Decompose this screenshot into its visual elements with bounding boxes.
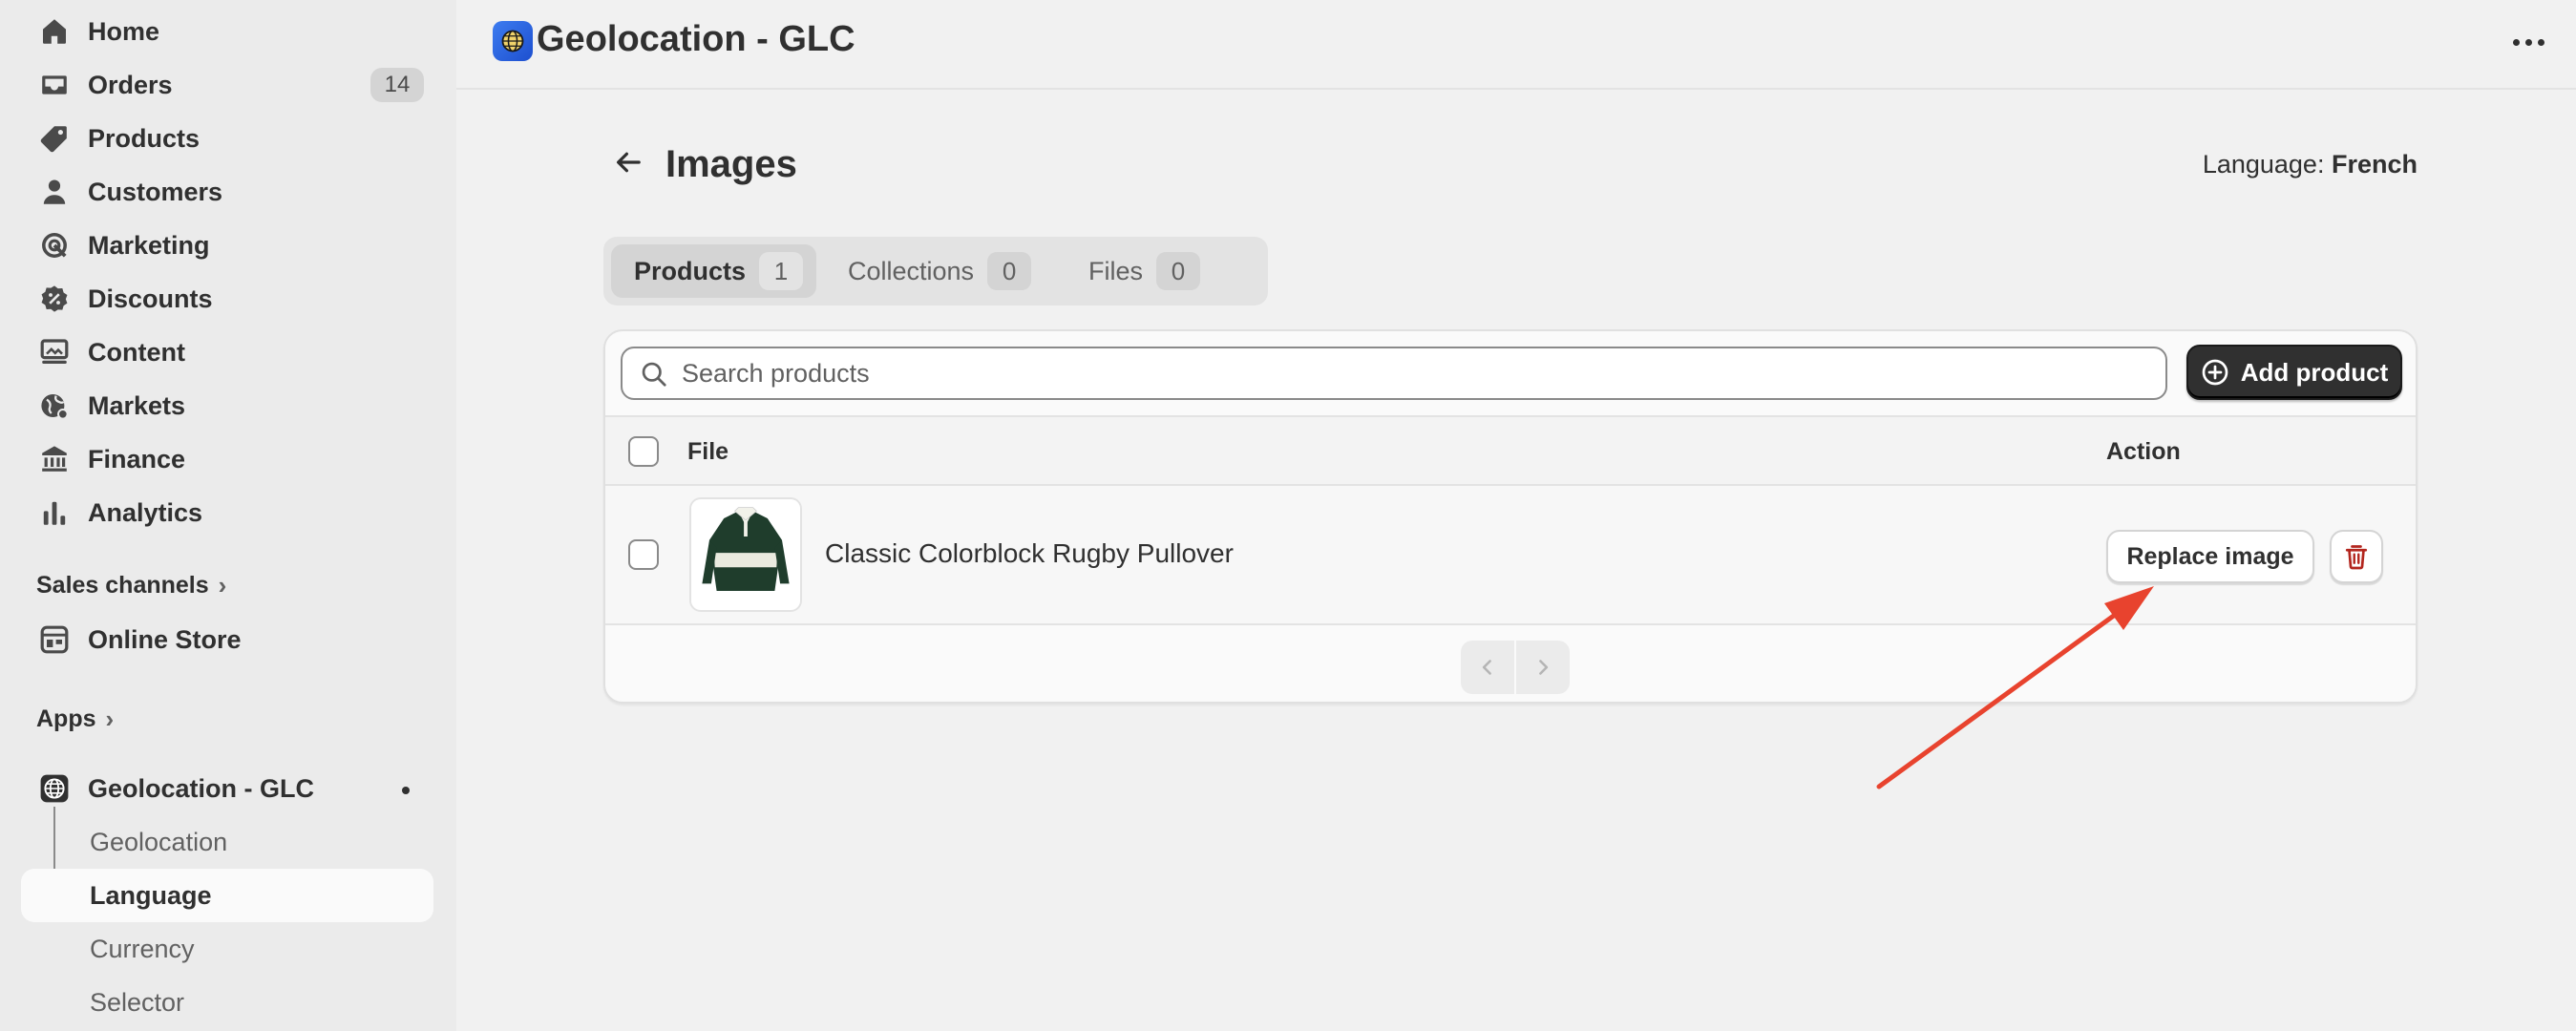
content-icon: [21, 326, 88, 379]
subnav-item-currency[interactable]: Currency: [21, 922, 433, 976]
tab-files[interactable]: Files 0: [1066, 244, 1214, 298]
nav-item-analytics[interactable]: Analytics: [21, 486, 433, 539]
add-product-button[interactable]: Add product: [2186, 345, 2402, 400]
nav-label: Customers: [88, 177, 223, 206]
back-arrow-button[interactable]: [607, 141, 649, 183]
column-header-file: File: [687, 438, 729, 465]
apps-header[interactable]: Apps ›: [36, 705, 114, 734]
search-icon: [642, 362, 666, 387]
nav-item-customers[interactable]: Customers: [21, 165, 433, 219]
bar-chart-icon: [21, 486, 88, 539]
discount-icon: [21, 272, 88, 326]
tab-label: Products: [634, 256, 747, 285]
target-icon: [21, 219, 88, 272]
app-root: Home Orders 14 Products Customers Market…: [0, 0, 2576, 1031]
column-header-action: Action: [2106, 438, 2181, 465]
nav-item-discounts[interactable]: Discounts: [21, 272, 433, 326]
sales-channels-header[interactable]: Sales channels ›: [36, 571, 226, 600]
nav-item-content[interactable]: Content: [21, 326, 433, 379]
app-status-dot: [402, 787, 410, 794]
store-icon: [21, 613, 88, 666]
arrow-left-icon: [617, 152, 641, 173]
nav-label: Home: [88, 16, 160, 46]
pagination: [1461, 641, 1570, 694]
sidebar: Home Orders 14 Products Customers Market…: [0, 0, 456, 1031]
nav-item-online-store[interactable]: Online Store: [21, 613, 433, 666]
home-icon: [21, 5, 88, 58]
sales-channels-label: Sales channels: [36, 572, 209, 599]
nav-item-app-geolocation-glc[interactable]: Geolocation - GLC: [21, 762, 433, 815]
nav-label: Marketing: [88, 230, 210, 260]
app-header: Geolocation - GLC: [456, 0, 2576, 90]
more-horizontal-icon[interactable]: [2505, 23, 2551, 61]
nav-item-products[interactable]: Products: [21, 112, 433, 165]
product-name[interactable]: Classic Colorblock Rugby Pullover: [825, 538, 1234, 569]
row-checkbox[interactable]: [628, 539, 659, 570]
products-card: Add product File Action: [603, 329, 2418, 704]
plus-circle-icon: [2202, 359, 2228, 386]
chevron-left-icon: [1482, 660, 1491, 675]
chevron-right-icon: [1539, 660, 1549, 675]
tab-products[interactable]: Products 1: [611, 244, 817, 298]
nav-label: Finance: [88, 444, 186, 473]
product-thumbnail: [689, 497, 802, 612]
nav-label: Geolocation - GLC: [88, 773, 315, 803]
subnav-label: Currency: [90, 934, 195, 963]
tag-icon: [21, 112, 88, 165]
app-logo-icon: [493, 21, 533, 61]
nav-label: Products: [88, 123, 201, 153]
nav-label: Markets: [88, 390, 186, 420]
nav-label: Discounts: [88, 284, 213, 313]
nav-item-orders[interactable]: Orders 14: [21, 58, 433, 112]
tab-label: Files: [1088, 256, 1144, 285]
subnav-item-selector[interactable]: Selector: [21, 976, 433, 1029]
language-value: French: [2331, 150, 2418, 179]
language-indicator: Language: French: [2203, 150, 2418, 179]
tab-bar: Products 1 Collections 0 Files 0: [603, 237, 1268, 305]
add-product-label: Add product: [2240, 357, 2389, 387]
table-row: Classic Colorblock Rugby Pullover Replac…: [605, 486, 2416, 625]
chevron-right-icon: ›: [218, 571, 227, 600]
tab-count: 1: [759, 252, 804, 290]
subnav-item-geolocation[interactable]: Geolocation: [21, 815, 433, 869]
prev-page-button[interactable]: [1461, 641, 1514, 694]
language-prefix: Language:: [2202, 150, 2325, 179]
nav-label: Analytics: [88, 497, 203, 527]
page-title: Images: [665, 143, 797, 185]
tab-count: 0: [1156, 252, 1201, 290]
tab-label: Collections: [848, 256, 975, 285]
next-page-button[interactable]: [1516, 641, 1570, 694]
delete-button[interactable]: [2330, 530, 2383, 583]
app-title: Geolocation - GLC: [537, 19, 855, 59]
table-header: File Action: [605, 415, 2416, 486]
person-icon: [21, 165, 88, 219]
nav-item-marketing[interactable]: Marketing: [21, 219, 433, 272]
subnav-item-language[interactable]: Language: [21, 869, 433, 922]
replace-image-label: Replace image: [2126, 542, 2294, 570]
subnav-label: Geolocation: [90, 827, 228, 856]
globe-icon: [21, 379, 88, 432]
select-all-checkbox[interactable]: [628, 436, 659, 467]
tab-collections[interactable]: Collections 0: [825, 244, 1045, 298]
search-field[interactable]: [621, 347, 2167, 400]
nav-label: Online Store: [88, 624, 242, 654]
tab-count: 0: [987, 252, 1032, 290]
subnav-label: Language: [90, 880, 212, 910]
bank-icon: [21, 432, 88, 486]
trash-icon: [2345, 545, 2368, 570]
nav-item-finance[interactable]: Finance: [21, 432, 433, 486]
orders-count-badge: 14: [370, 68, 424, 102]
search-input[interactable]: [682, 358, 2165, 389]
subnav-label: Selector: [90, 987, 185, 1017]
chevron-right-icon: ›: [105, 705, 115, 733]
apps-label: Apps: [36, 705, 96, 732]
nav-label: Orders: [88, 70, 173, 99]
nav-item-home[interactable]: Home: [21, 5, 433, 58]
inbox-icon: [21, 58, 88, 112]
nav-item-markets[interactable]: Markets: [21, 379, 433, 432]
nav-label: Content: [88, 337, 185, 367]
replace-image-button[interactable]: Replace image: [2106, 530, 2314, 583]
